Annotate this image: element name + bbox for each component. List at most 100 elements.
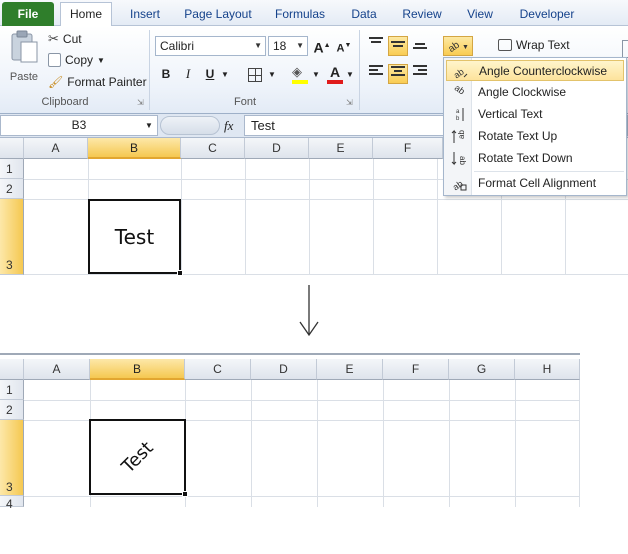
svg-text:ab: ab <box>452 66 466 79</box>
cell-text: Test <box>114 224 155 249</box>
menu-item-format-cell-alignment[interactable]: ab Format Cell Alignment <box>446 173 624 194</box>
fill-color-button[interactable]: ◈ <box>292 64 310 84</box>
bold-button[interactable]: B <box>156 64 176 84</box>
menu-item-label: Angle Clockwise <box>478 85 567 99</box>
formula-value: Test <box>251 118 275 133</box>
row-header-1[interactable]: 1 <box>0 380 24 400</box>
shrink-font-icon: A <box>336 42 345 55</box>
row-header-4[interactable]: 4 <box>0 496 24 511</box>
tab-data[interactable]: Data <box>344 3 384 26</box>
col-header-f[interactable]: F <box>383 359 449 380</box>
tab-developer[interactable]: Developer <box>512 3 582 26</box>
row-header-2[interactable]: 2 <box>0 179 24 199</box>
orientation-icon: ab ▼ <box>446 39 469 55</box>
col-header-c[interactable]: C <box>181 138 245 159</box>
group-separator <box>149 30 150 110</box>
paste-icon <box>11 30 38 63</box>
borders-icon[interactable] <box>248 68 262 82</box>
copy-icon <box>48 53 61 67</box>
font-color-button[interactable]: A <box>326 64 344 84</box>
col-header-h[interactable]: H <box>515 359 580 380</box>
paste-button[interactable]: Paste <box>8 30 40 96</box>
tab-formulas[interactable]: Formulas <box>268 3 332 26</box>
dialog-launcher-icon[interactable]: ⇲ <box>346 98 353 107</box>
wrap-text-button[interactable]: Wrap Text <box>498 38 570 52</box>
gridline <box>245 159 246 275</box>
select-all-corner[interactable] <box>0 359 24 380</box>
svg-text:ab: ab <box>446 39 462 53</box>
col-header-b[interactable]: B <box>90 359 185 380</box>
bottom-align-button[interactable] <box>410 36 430 56</box>
menu-item-angle-counterclockwise[interactable]: ab Angle Counterclockwise <box>446 60 624 81</box>
col-header-d[interactable]: D <box>245 138 309 159</box>
row-header-3[interactable]: 3 <box>0 199 24 275</box>
clipboard-group-label: Clipboard <box>41 96 89 108</box>
gridline <box>24 400 580 401</box>
col-header-a[interactable]: A <box>24 359 90 380</box>
insert-function-button[interactable]: fx <box>224 115 233 136</box>
cut-button[interactable]: ✂ Cut <box>48 31 82 47</box>
italic-button[interactable]: I <box>178 64 198 84</box>
tab-home[interactable]: Home <box>60 2 112 26</box>
sheet-after: A B C D E F G H 1 2 3 4 Test <box>0 353 580 511</box>
font-name-combo[interactable]: Calibri ▼ <box>155 36 266 56</box>
orientation-menu: ab Angle Counterclockwise ab Angle Clock… <box>443 57 627 196</box>
formula-bar-splitter[interactable] <box>160 116 220 135</box>
col-header-f[interactable]: F <box>373 138 443 159</box>
angle-counterclockwise-icon: ab <box>452 66 468 79</box>
menu-item-rotate-text-up[interactable]: ab Rotate Text Up <box>446 126 624 147</box>
grow-font-button[interactable]: A▲ <box>312 36 332 56</box>
chevron-down-icon[interactable]: ▼ <box>145 115 153 136</box>
orientation-button[interactable]: ab ▼ <box>443 36 473 56</box>
row-header-2[interactable]: 2 <box>0 400 24 420</box>
scissors-icon: ✂ <box>48 31 59 46</box>
selected-cell-b3[interactable]: Test <box>88 199 181 274</box>
tab-insert[interactable]: Insert <box>122 3 168 26</box>
col-header-e[interactable]: E <box>309 138 373 159</box>
col-header-d[interactable]: D <box>251 359 317 380</box>
font-size-combo[interactable]: 18 ▼ <box>268 36 308 56</box>
gridline <box>24 496 580 497</box>
menu-separator <box>474 171 624 172</box>
row-header-1[interactable]: 1 <box>0 159 24 179</box>
align-center-button[interactable] <box>388 64 408 84</box>
select-all-corner[interactable] <box>0 138 24 159</box>
row-header-3[interactable]: 3 <box>0 420 24 496</box>
format-painter-button[interactable]: 🖌 Format Painter <box>48 75 147 89</box>
fill-handle[interactable] <box>177 270 183 276</box>
align-right-button[interactable] <box>410 64 430 84</box>
tab-file[interactable]: File <box>2 2 54 26</box>
col-header-b[interactable]: B <box>88 138 181 159</box>
tab-view[interactable]: View <box>460 3 500 26</box>
col-header-e[interactable]: E <box>317 359 383 380</box>
tab-page-layout[interactable]: Page Layout <box>180 3 256 26</box>
align-left-icon <box>369 65 383 75</box>
paintbrush-icon: 🖌 <box>48 75 64 89</box>
ribbon-tab-bar: File Home Insert Page Layout Formulas Da… <box>0 0 628 26</box>
col-header-a[interactable]: A <box>24 138 88 159</box>
menu-item-label: Rotate Text Down <box>478 151 573 165</box>
chevron-down-icon[interactable]: ▼ <box>268 70 276 79</box>
top-align-button[interactable] <box>366 36 386 56</box>
menu-item-vertical-text[interactable]: ab Vertical Text <box>446 104 624 125</box>
name-box[interactable]: B3 <box>0 115 158 136</box>
selected-cell-b3[interactable]: Test <box>89 419 186 495</box>
fill-handle[interactable] <box>182 491 188 497</box>
menu-item-rotate-text-down[interactable]: ab Rotate Text Down <box>446 148 624 169</box>
middle-align-button[interactable] <box>388 36 408 56</box>
col-header-g[interactable]: G <box>449 359 515 380</box>
chevron-down-icon[interactable]: ▼ <box>221 70 229 79</box>
col-header-c[interactable]: C <box>185 359 251 380</box>
menu-item-angle-clockwise[interactable]: ab Angle Clockwise <box>446 82 624 103</box>
rotate-text-up-icon: ab <box>451 130 466 143</box>
align-left-button[interactable] <box>366 64 386 84</box>
dialog-launcher-icon[interactable]: ⇲ <box>137 98 144 107</box>
chevron-down-icon[interactable]: ▼ <box>346 70 354 79</box>
tab-review[interactable]: Review <box>396 3 448 26</box>
chevron-down-icon[interactable]: ▼ <box>312 70 320 79</box>
shrink-font-button[interactable]: A▼ <box>334 36 354 56</box>
menu-item-label: Vertical Text <box>478 107 543 121</box>
copy-button[interactable]: Copy ▼ <box>48 53 105 67</box>
menu-item-label: Rotate Text Up <box>478 129 558 143</box>
underline-button[interactable]: U <box>200 64 220 84</box>
